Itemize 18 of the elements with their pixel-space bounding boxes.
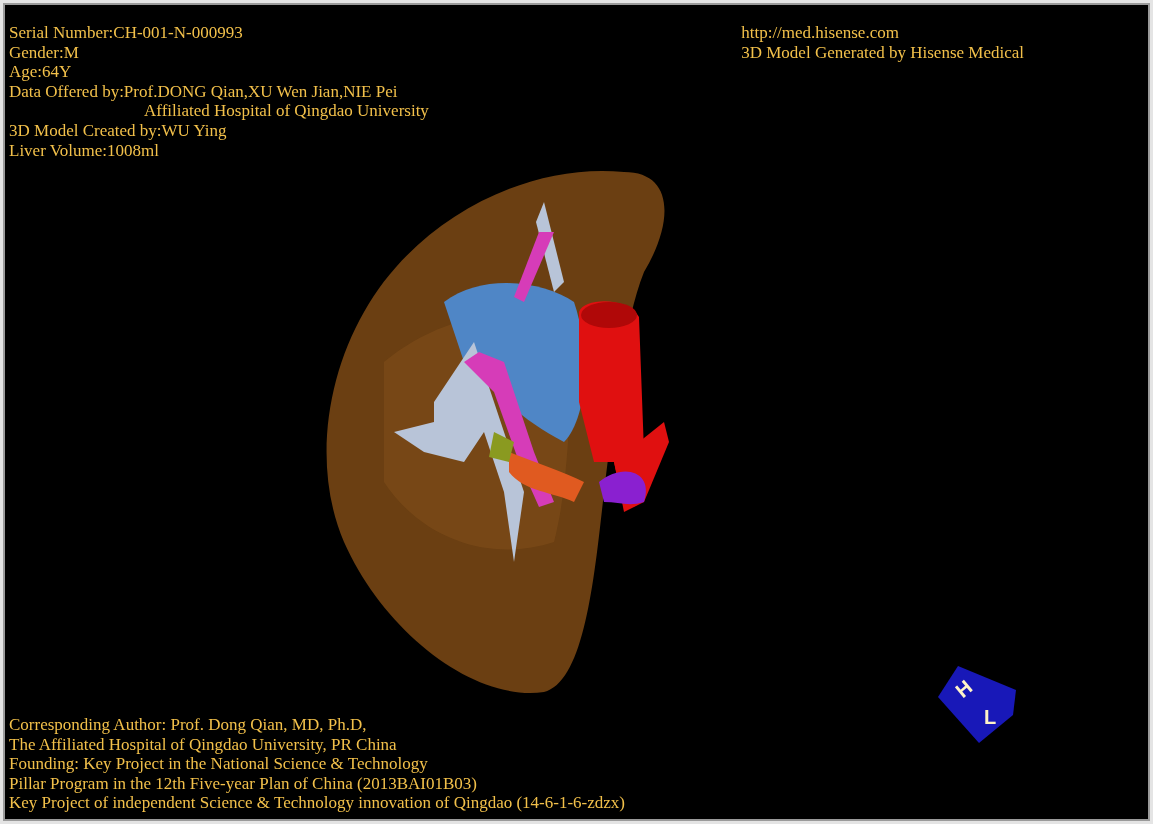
info-text: 3D Model Created by:WU Ying bbox=[9, 120, 227, 141]
info-text: Data Offered by:Prof.DONG Qian,XU Wen Jian,NIE Pei bbox=[9, 81, 398, 102]
info-text: Age:64Y bbox=[9, 62, 72, 82]
info-text: Liver Volume:1008ml bbox=[9, 140, 159, 161]
info-text: Gender:M bbox=[9, 42, 79, 63]
info-text: Founding: Key Project in the National Science & Technology bbox=[9, 754, 428, 774]
info-text: Affiliated Hospital of Qingdao University bbox=[144, 101, 429, 121]
axis-letter: H bbox=[951, 675, 977, 702]
info-text: Pillar Program in the 12th Five-year Plan of China (2013BAI01B03) bbox=[9, 773, 477, 794]
info-text: The Affiliated Hospital of Qingdao University, PR China bbox=[9, 734, 397, 755]
info-text: Key Project of independent Science & Technology innovation of Qingdao (14-6-1-6-zdzx) bbox=[9, 793, 625, 813]
info-text: Corresponding Author: Prof. Dong Qian, MD, Ph.D, bbox=[9, 715, 367, 735]
orientation-cube-icon[interactable] bbox=[938, 666, 1016, 743]
info-text: Serial Number:CH-001-N-000993 bbox=[9, 23, 243, 43]
info-text: 3D Model Generated by Hisense Medical bbox=[741, 42, 1024, 63]
info-text: http://med.hisense.com bbox=[741, 23, 899, 43]
3d-viewport[interactable] bbox=[3, 3, 1150, 821]
axis-letter: L bbox=[983, 706, 997, 729]
